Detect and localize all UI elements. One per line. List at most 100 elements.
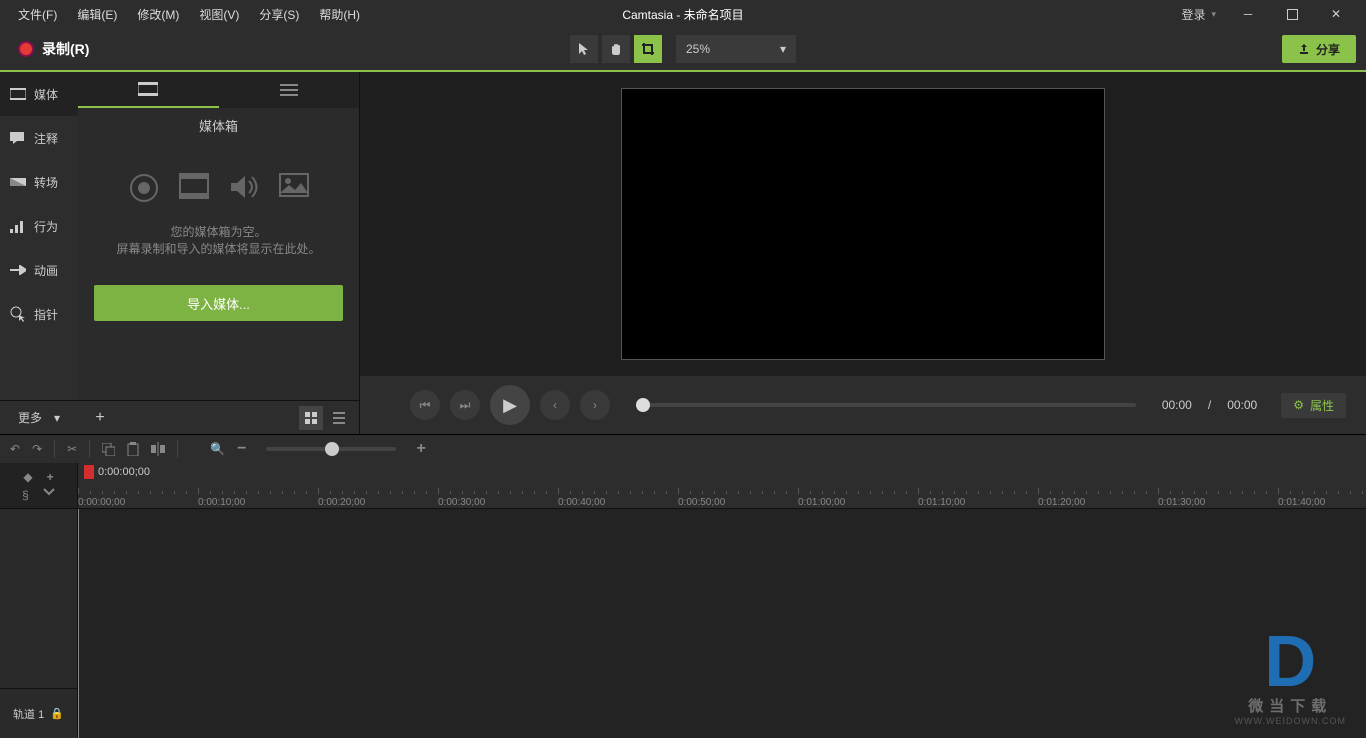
zoom-handle[interactable] [325,442,339,456]
media-bin-tab[interactable] [78,72,219,108]
timeline: ↶ ↷ ✂ 🔍 − + ◆ + § 0:00:00;00 [0,434,1366,738]
tab-animation[interactable]: 动画 [0,248,78,292]
redo-button[interactable]: ↷ [32,442,42,456]
tab-pointer[interactable]: 指针 [0,292,78,336]
ruler-tick: 0:00:40;00 [558,497,605,508]
list-view-button[interactable] [327,406,351,430]
next-frame-button[interactable]: ⏭ [450,390,480,420]
empty-text-1: 您的媒体箱为空。 [98,223,339,240]
prev-frame-button[interactable]: ⏮ [410,390,440,420]
play-button[interactable]: ▶ [490,385,530,425]
zoom-in-button[interactable]: + [416,440,425,458]
add-track-button[interactable]: + [47,470,54,484]
list-icon [280,84,298,96]
menu-file[interactable]: 文件(F) [8,2,67,27]
step-forward-button[interactable]: › [580,390,610,420]
media-icon [10,86,26,102]
marker-toggle[interactable]: ◆ [23,470,32,484]
media-panel: 媒体箱 您的媒体箱为空。 屏幕录制和导入的媒体将显示在此处。 导入媒体... + [78,72,359,434]
record-button[interactable]: 录制(R) [10,35,97,63]
menu-share[interactable]: 分享(S) [249,2,309,27]
crop-tool[interactable] [634,35,662,63]
close-button[interactable]: ✕ [1314,0,1358,28]
cursor-tool[interactable] [570,35,598,63]
step-back-button[interactable]: ‹ [540,390,570,420]
share-label: 分享 [1316,41,1340,58]
media-bin-title: 媒体箱 [78,108,359,143]
behavior-icon [10,218,26,234]
menu-view[interactable]: 视图(V) [189,2,249,27]
window-title: Camtasia - 未命名项目 [622,6,743,23]
watermark: D 微当下载 WWW.WEIDOWN.COM [1235,630,1346,726]
filmstrip-icon [138,82,158,96]
empty-text-2: 屏幕录制和导入的媒体将显示在此处。 [98,240,339,257]
properties-button[interactable]: ⚙ 属性 [1281,393,1346,418]
copy-button[interactable] [102,443,115,456]
undo-button[interactable]: ↶ [10,442,20,456]
tracks-area[interactable]: D 微当下载 WWW.WEIDOWN.COM [78,509,1366,738]
record-icon [18,41,34,57]
watermark-url: WWW.WEIDOWN.COM [1235,716,1346,726]
timeline-zoom-slider[interactable] [266,447,396,451]
tab-more[interactable]: 更多▾ [0,400,78,434]
menu-help[interactable]: 帮助(H) [309,2,370,27]
preview-canvas[interactable] [621,88,1105,360]
ruler-tick: 0:00:10;00 [198,497,245,508]
menu-edit[interactable]: 编辑(E) [67,2,127,27]
preview-area: ⏮ ⏭ ▶ ‹ › 00:00 / 00:00 ⚙ 属性 [360,72,1366,434]
watermark-logo: D [1235,630,1346,695]
library-tab[interactable] [219,72,360,108]
left-panel: 媒体 注释 转场 行为 动画 [0,72,360,434]
tab-annotation[interactable]: 注释 [0,116,78,160]
collapse-toggle[interactable] [43,488,55,502]
image-icon [279,173,309,203]
playback-bar: ⏮ ⏭ ▶ ‹ › 00:00 / 00:00 ⚙ 属性 [360,376,1366,434]
login-button[interactable]: 登录 [1171,2,1226,27]
ruler-tick: 0:01:20;00 [1038,497,1085,508]
track-1-label[interactable]: 轨道 1 🔒 [0,688,77,738]
total-time: 00:00 [1227,398,1257,412]
quiz-toggle[interactable]: § [22,488,29,502]
paste-button[interactable] [127,442,139,456]
media-empty-state: 您的媒体箱为空。 屏幕录制和导入的媒体将显示在此处。 [78,143,359,267]
transition-icon [10,174,26,190]
ruler-tick: 0:00:50;00 [678,497,725,508]
ruler-tick: 0:00:00;00 [78,497,125,508]
timeline-body: 轨道 1 🔒 D 微当下载 WWW.WEIDOWN.COM [0,509,1366,738]
lock-icon[interactable]: 🔒 [50,707,64,720]
zoom-search-icon: 🔍 [210,442,225,456]
menu-modify[interactable]: 修改(M) [127,2,189,27]
minimize-button[interactable]: ─ [1226,0,1270,28]
playback-slider[interactable] [636,403,1136,407]
playhead-marker-icon [84,465,94,479]
tab-behavior[interactable]: 行为 [0,204,78,248]
cut-button[interactable]: ✂ [67,442,77,456]
playhead-line[interactable] [78,509,79,738]
animation-icon [10,262,26,278]
playhead-readout: 0:00:00;00 [84,465,150,479]
ruler-tick: 0:01:10;00 [918,497,965,508]
watermark-brand: 微当下载 [1235,695,1346,716]
tab-transition[interactable]: 转场 [0,160,78,204]
maximize-button[interactable] [1270,0,1314,28]
pointer-icon [10,306,26,322]
share-button[interactable]: 分享 [1282,35,1356,63]
chevron-down-icon: ▾ [780,42,786,56]
timeline-toolbar: ↶ ↷ ✂ 🔍 − + [0,435,1366,463]
zoom-dropdown[interactable]: 25% ▾ [676,35,796,63]
hand-tool[interactable] [602,35,630,63]
record-label: 录制(R) [42,39,89,59]
add-media-button[interactable]: + [86,404,114,432]
media-footer: + [78,400,359,434]
side-tabs: 媒体 注释 转场 行为 动画 [0,72,78,434]
tab-media[interactable]: 媒体 [0,72,78,116]
upload-icon [1298,43,1310,55]
zoom-value: 25% [686,42,710,56]
import-media-button[interactable]: 导入媒体... [94,285,343,321]
playhead-handle[interactable] [636,398,650,412]
main-area: 媒体 注释 转场 行为 动画 [0,72,1366,434]
split-button[interactable] [151,442,165,456]
zoom-out-button[interactable]: − [237,440,246,458]
grid-view-button[interactable] [299,406,323,430]
timeline-ruler[interactable]: 0:00:00;00 0:00:00;000:00:10;000:00:20;0… [78,463,1366,508]
